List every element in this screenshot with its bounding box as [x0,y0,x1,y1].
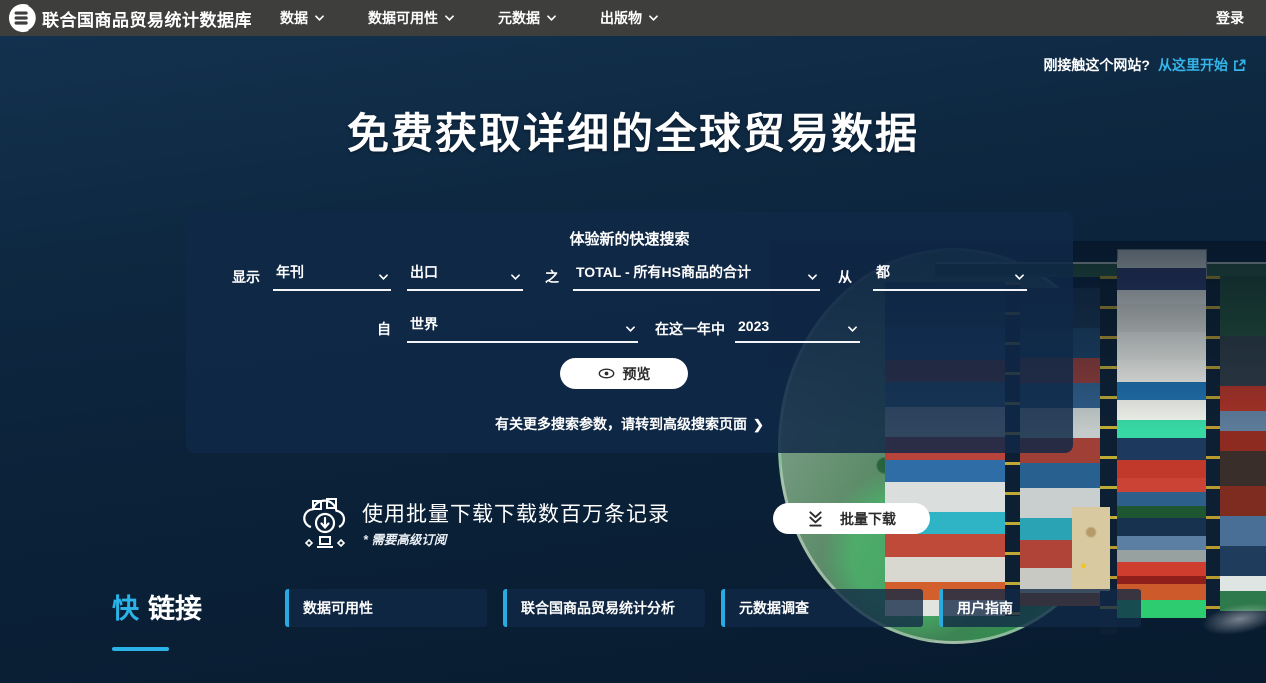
show-label: 显示 [232,269,260,285]
bulk-download-note: * 需要高级订阅 [363,533,447,547]
main-menu: 数据 数据可用性 元数据 出版物 [280,8,658,28]
hero-section: 刚接触这个网站? 从这里开始 免费获取详细的全球贸易数据 体验新的快速搜索 显示 [0,36,1266,683]
from-label: 从 [838,269,852,285]
download-icon [809,511,822,527]
chevron-down-icon [315,15,324,21]
new-site-prompt: 刚接触这个网站? [1043,57,1150,73]
quick-links-title: 快链接 [112,594,202,624]
reporter-select[interactable]: 都 [873,261,1027,291]
preview-button[interactable]: 预览 [560,358,688,389]
menu-item-metadata[interactable]: 元数据 [498,8,556,28]
quick-link-data-availability[interactable]: 数据可用性 [285,589,487,627]
chevron-down-icon [445,15,454,21]
quick-search-panel: 体验新的快速搜索 显示 年刊 出口 之 TOTAL - 所有HS商品的合计 从 [186,212,1073,453]
quick-link-metadata-survey[interactable]: 元数据调查 [721,589,923,627]
of-label: 之 [545,269,559,285]
new-to-site-row: 刚接触这个网站? 从这里开始 [1043,55,1246,75]
chevron-down-icon [626,326,635,332]
chevron-down-icon [547,15,556,21]
quick-link-user-guide[interactable]: 用户指南 [939,589,1141,627]
chevron-down-icon [1015,274,1024,280]
frequency-select[interactable]: 年刊 [273,261,391,291]
page-title: 免费获取详细的全球贸易数据 [346,110,919,157]
comtrade-logo[interactable] [8,3,38,33]
start-here-link[interactable]: 从这里开始 [1158,55,1246,75]
site-title: 联合国商品贸易统计数据库 [42,10,252,30]
chevron-down-icon [808,274,817,280]
partner-select[interactable]: 世界 [407,313,638,343]
external-link-icon [1234,59,1246,71]
commodity-select[interactable]: TOTAL - 所有HS商品的合计 [573,261,820,291]
year-select[interactable]: 2023 [735,313,860,343]
quick-link-comtrade-analytics[interactable]: 联合国商品贸易统计分析 [503,589,705,627]
advanced-search-link[interactable]: 有关更多搜索参数，请转到高级搜索页面 ❯ [186,414,1073,434]
chevron-down-icon [848,326,857,332]
comtrade-homepage: 联合国商品贸易统计数据库 数据 数据可用性 元数据 出版物 登录 刚接触这个网站… [0,0,1266,683]
hero-content: 刚接触这个网站? 从这里开始 免费获取详细的全球贸易数据 体验新的快速搜索 显示 [0,36,1266,683]
cloud-download-icon [303,498,346,548]
in-year-label: 在这一年中 [655,321,725,337]
menu-item-publications[interactable]: 出版物 [600,8,658,28]
top-navbar: 联合国商品贸易统计数据库 数据 数据可用性 元数据 出版物 登录 [0,0,1266,36]
panel-title: 体验新的快速搜索 [569,231,690,248]
menu-item-data[interactable]: 数据 [280,8,324,28]
chevron-down-icon [379,274,388,280]
chevron-down-icon [649,15,658,21]
bulk-download-text: 使用批量下载下载数百万条记录 [362,503,670,526]
to-label: 自 [377,321,391,337]
chevron-down-icon [511,274,520,280]
menu-item-data-availability[interactable]: 数据可用性 [368,8,454,28]
eye-icon [598,368,614,379]
quick-links-underline [112,647,169,651]
bulk-download-button[interactable]: 批量下载 [773,503,930,534]
quick-links-title-highlight: 快 [112,594,139,624]
trade-flow-select[interactable]: 出口 [407,261,523,291]
login-button[interactable]: 登录 [1216,8,1244,28]
chevron-right-icon: ❯ [753,417,764,432]
